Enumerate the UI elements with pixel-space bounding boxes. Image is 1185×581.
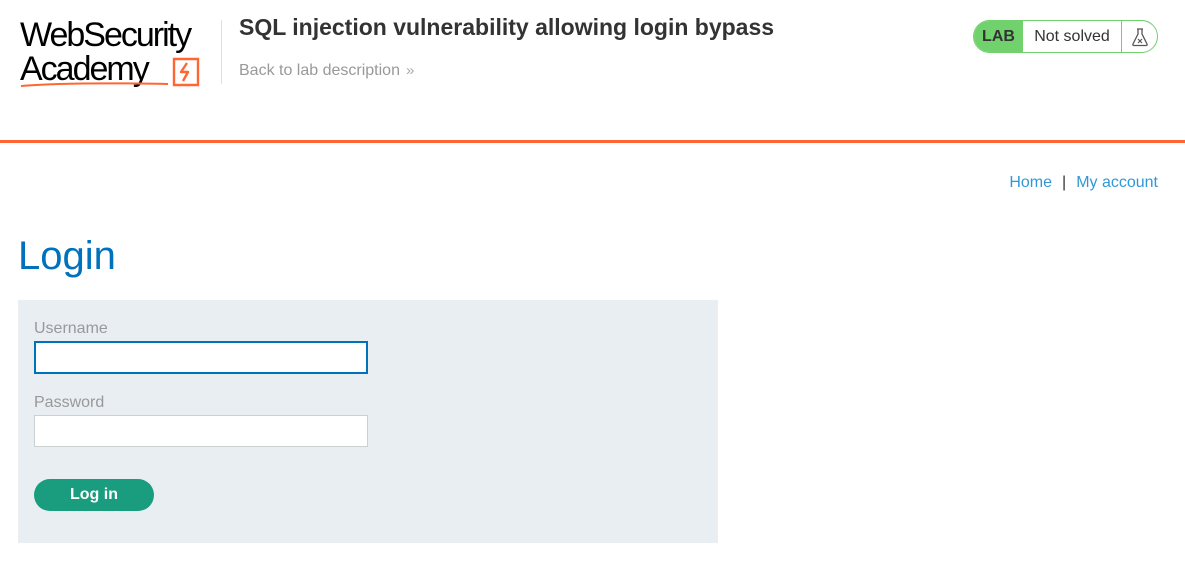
flask-icon bbox=[1121, 21, 1157, 52]
username-label: Username bbox=[34, 320, 108, 337]
username-input[interactable] bbox=[34, 341, 368, 374]
double-chevron-right-icon: » bbox=[405, 62, 415, 79]
lab-status-text: Not solved bbox=[1034, 27, 1110, 45]
logo-bolt-icon bbox=[172, 57, 200, 87]
logo-text-line1: WebSecurity bbox=[20, 16, 192, 54]
page-title: Login bbox=[18, 234, 116, 278]
lab-badge: LAB bbox=[974, 21, 1023, 52]
header-divider bbox=[221, 20, 222, 84]
back-to-lab-description-link[interactable]: Back to lab description » bbox=[239, 62, 415, 80]
login-form: Username Password Log in bbox=[18, 300, 718, 543]
password-label: Password bbox=[34, 394, 105, 411]
nav-separator: | bbox=[1062, 174, 1067, 191]
lab-status-widget: LAB Not solved bbox=[973, 20, 1158, 53]
my-account-link[interactable]: My account bbox=[1076, 174, 1158, 191]
app-root: WebSecurity Academy SQL injection vulner… bbox=[0, 0, 1185, 581]
logo-underline-swoosh bbox=[20, 82, 169, 87]
home-link[interactable]: Home bbox=[1009, 174, 1052, 191]
lab-title: SQL injection vulnerability allowing log… bbox=[239, 14, 775, 40]
page-header: WebSecurity Academy SQL injection vulner… bbox=[0, 0, 1185, 143]
web-security-academy-logo[interactable]: WebSecurity Academy bbox=[20, 18, 220, 94]
password-input[interactable] bbox=[34, 415, 368, 447]
back-link-label: Back to lab description bbox=[239, 62, 400, 79]
login-button[interactable]: Log in bbox=[34, 479, 154, 511]
top-nav: Home | My account bbox=[1009, 174, 1158, 192]
